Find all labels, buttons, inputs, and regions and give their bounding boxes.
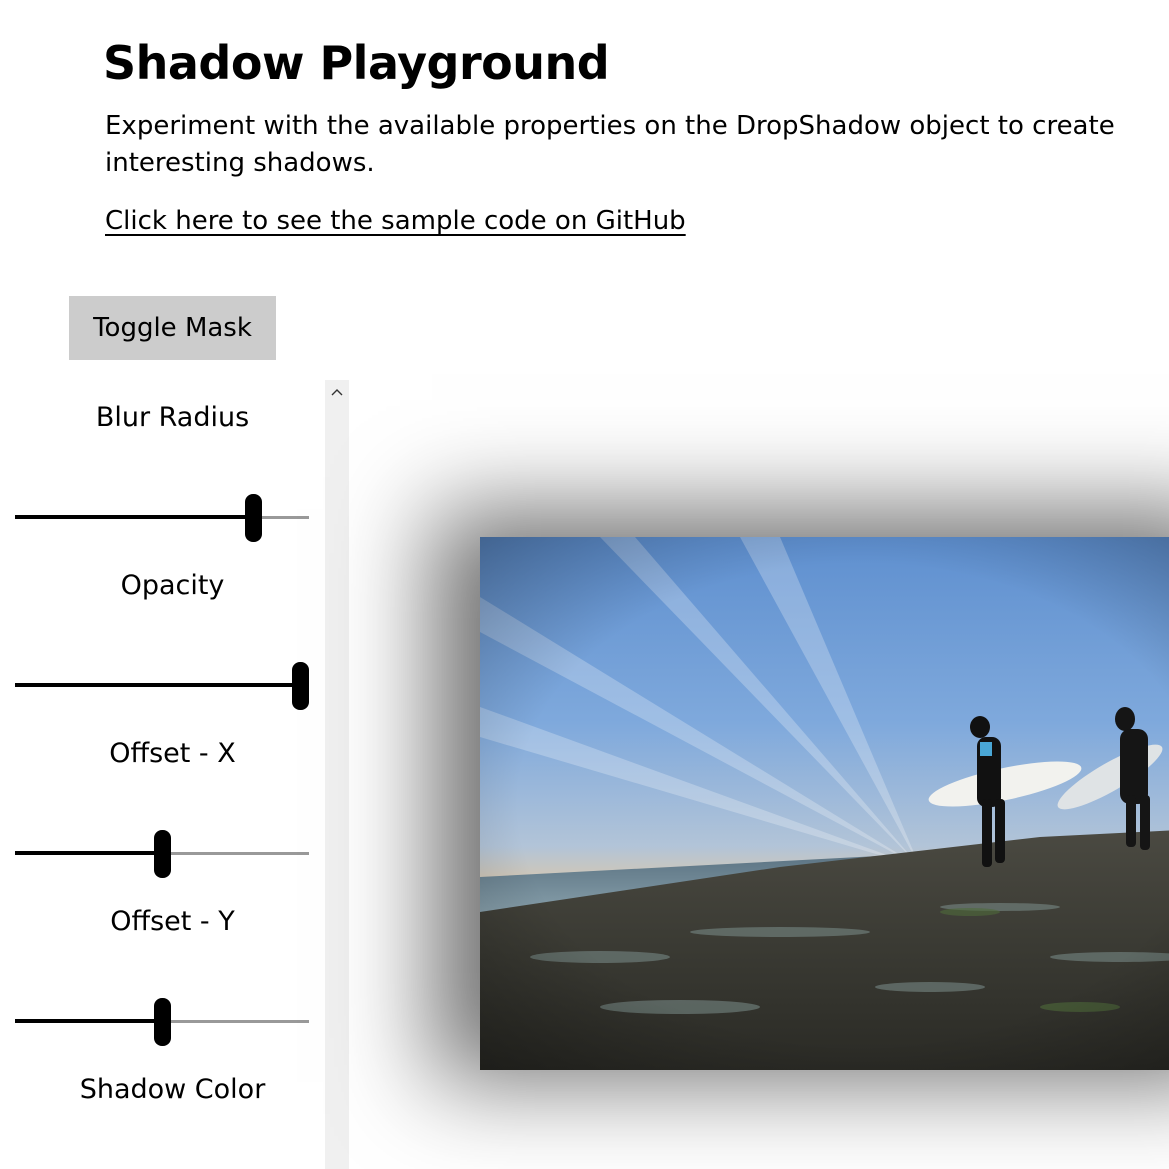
control-panel-scrollbar[interactable] [325, 380, 349, 1169]
slider-thumb[interactable] [292, 662, 310, 710]
slider-thumb[interactable] [154, 830, 171, 878]
page-title: Shadow Playground [103, 36, 610, 90]
slider-thumb[interactable] [154, 998, 171, 1046]
slider-fill [15, 851, 162, 855]
scroll-up-button[interactable] [325, 380, 349, 404]
offset-x-label: Offset - X [109, 738, 236, 769]
offset-y-slider[interactable] [15, 998, 309, 1048]
shadow-preview [480, 537, 1169, 1070]
chevron-up-icon [331, 389, 343, 396]
page-description: Experiment with the available properties… [105, 111, 1115, 178]
slider-fill [15, 515, 254, 519]
blur-radius-slider[interactable] [15, 494, 309, 544]
offset-x-slider[interactable] [15, 830, 309, 880]
slider-fill [15, 1019, 162, 1023]
shadow-color-label: Shadow Color [79, 1074, 266, 1105]
offset-y-label: Offset - Y [110, 906, 235, 937]
github-link[interactable]: Click here to see the sample code on Git… [105, 206, 686, 236]
slider-thumb[interactable] [245, 494, 263, 542]
slider-fill [15, 683, 301, 687]
surfers-photo [480, 537, 1169, 1070]
shadow-playground-page: Shadow Playground Experiment with the av… [0, 0, 1169, 1169]
toggle-mask-button[interactable]: Toggle Mask [69, 296, 276, 360]
control-panel: Blur Radius Opacity Offset - X Offset - … [0, 380, 325, 1169]
opacity-label: Opacity [120, 570, 225, 601]
blur-radius-label: Blur Radius [95, 402, 250, 433]
opacity-slider[interactable] [15, 662, 310, 712]
